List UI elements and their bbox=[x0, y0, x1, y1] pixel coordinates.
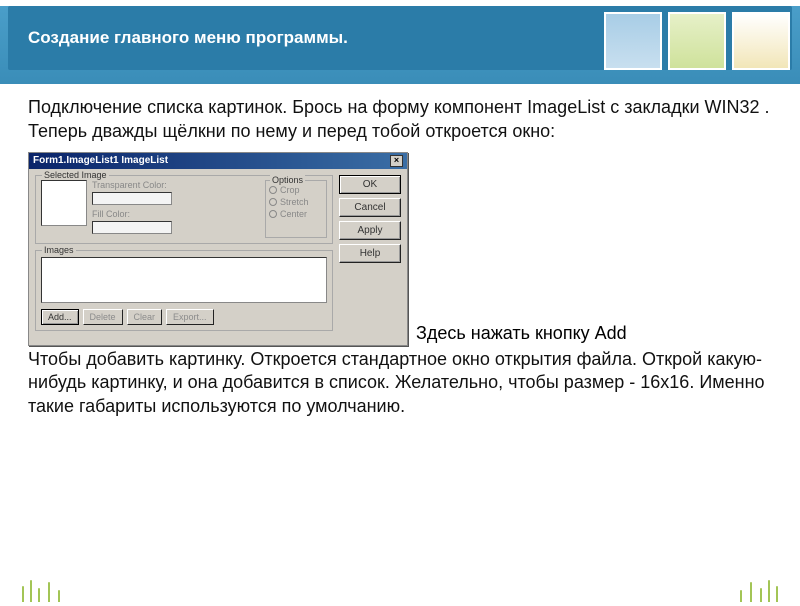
slide-title: Создание главного меню программы. bbox=[28, 28, 348, 48]
imagelist-dialog: Form1.ImageList1 ImageList × Selected Im… bbox=[28, 152, 408, 346]
close-icon[interactable]: × bbox=[390, 155, 403, 167]
transparent-color-label: Transparent Color: bbox=[92, 180, 260, 190]
images-list[interactable] bbox=[41, 257, 327, 303]
paragraph-1: Подключение списка картинок. Брось на фо… bbox=[0, 96, 800, 144]
radio-crop[interactable]: Crop bbox=[269, 185, 323, 195]
group-images: Images Add... Delete Clear Export... bbox=[35, 250, 333, 331]
ok-button[interactable]: OK bbox=[339, 175, 401, 194]
thumbnail-leaf bbox=[668, 12, 726, 70]
clear-button[interactable]: Clear bbox=[127, 309, 163, 325]
group-selected-image: Selected Image Transparent Color: Fill C… bbox=[35, 175, 333, 244]
grass-right-icon bbox=[692, 574, 782, 602]
group-images-label: Images bbox=[42, 245, 76, 255]
help-button[interactable]: Help bbox=[339, 244, 401, 263]
fill-color-label: Fill Color: bbox=[92, 209, 260, 219]
transparent-color-field[interactable] bbox=[92, 192, 172, 205]
slide-header: Создание главного меню программы. bbox=[0, 6, 800, 84]
thumbnail-sky bbox=[604, 12, 662, 70]
dialog-title: Form1.ImageList1 ImageList bbox=[33, 155, 168, 166]
add-button[interactable]: Add... bbox=[41, 309, 79, 325]
paragraph-3: Чтобы добавить картинку. Откроется станд… bbox=[0, 348, 800, 419]
group-selected-label: Selected Image bbox=[42, 170, 109, 180]
delete-button[interactable]: Delete bbox=[83, 309, 123, 325]
header-thumbnails bbox=[604, 12, 790, 70]
export-button[interactable]: Export... bbox=[166, 309, 214, 325]
dialog-titlebar[interactable]: Form1.ImageList1 ImageList × bbox=[29, 153, 407, 169]
fill-color-field[interactable] bbox=[92, 221, 172, 234]
thumbnail-flower bbox=[732, 12, 790, 70]
apply-button[interactable]: Apply bbox=[339, 221, 401, 240]
footer-decoration bbox=[0, 574, 800, 602]
cancel-button[interactable]: Cancel bbox=[339, 198, 401, 217]
grass-left-icon bbox=[18, 574, 108, 602]
selected-image-preview bbox=[41, 180, 87, 226]
group-options: Options Crop Stretch Center bbox=[265, 180, 327, 238]
group-options-label: Options bbox=[270, 175, 305, 185]
paragraph-2-inline: Здесь нажать кнопку Add bbox=[408, 323, 627, 346]
radio-center[interactable]: Center bbox=[269, 209, 323, 219]
radio-stretch[interactable]: Stretch bbox=[269, 197, 323, 207]
